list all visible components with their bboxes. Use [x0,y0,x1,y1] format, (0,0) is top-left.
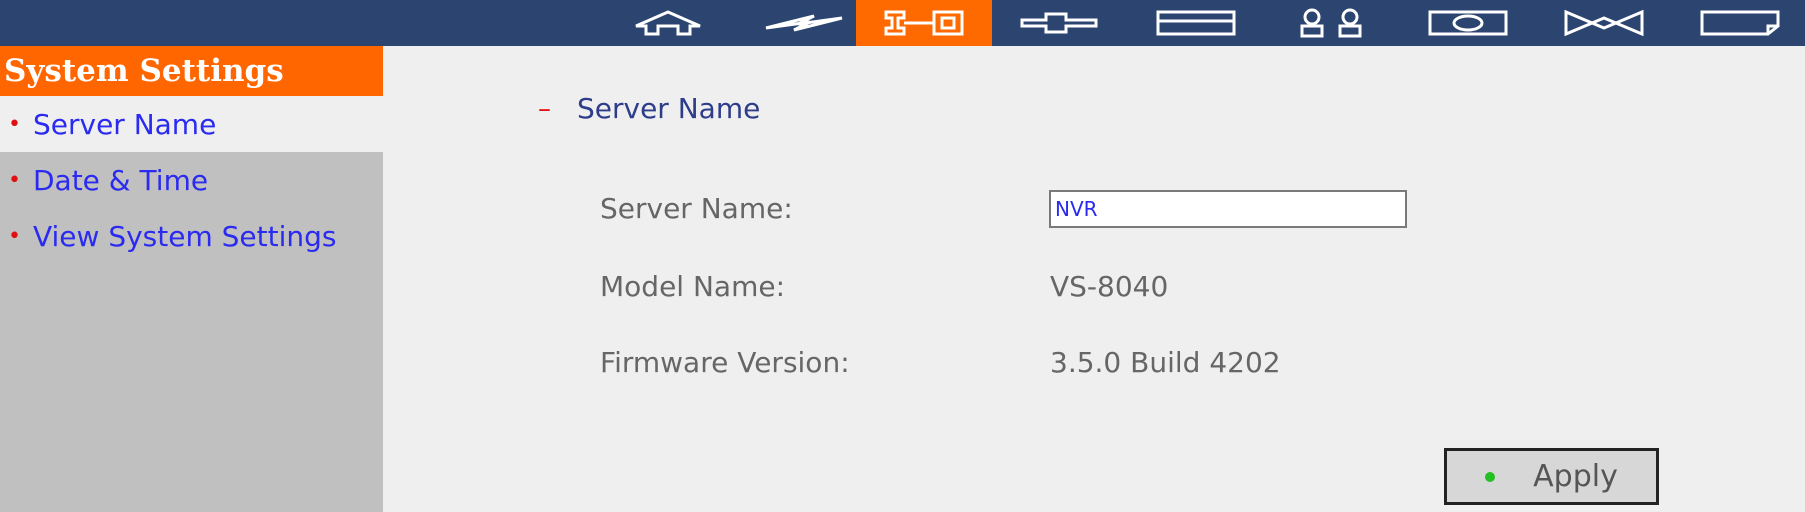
nav-tab-surveillance[interactable] [1536,0,1672,46]
bullet-icon: • [8,111,21,137]
sidebar-item-label: View System Settings [32,219,337,253]
home-icon [635,10,701,36]
firmware-version-label: Firmware Version: [600,346,850,379]
users-icon [1300,8,1362,38]
camera-icon [1428,10,1508,36]
sidebar-item-label: Date & Time [32,163,209,197]
collapse-dash-icon: – [538,93,551,124]
nav-tab-network[interactable] [992,0,1128,46]
nav-tab-users[interactable] [1264,0,1400,46]
bowtie-icon [1564,9,1644,37]
lightning-icon [765,14,843,32]
server-name-input[interactable] [1049,190,1407,228]
sidebar: System Settings • Server Name • Date & T… [0,46,383,512]
nav-tab-power[interactable] [736,0,872,46]
nav-tab-system-tools[interactable] [856,0,992,46]
nav-tab-disk[interactable] [1128,0,1264,46]
sidebar-item-label: Server Name [32,107,217,141]
top-navigation-bar [0,0,1805,46]
status-dot-icon [1485,471,1496,482]
sidebar-header: System Settings [0,46,383,96]
apply-button[interactable]: Apply [1444,448,1659,505]
server-name-label: Server Name: [600,192,793,225]
sidebar-item-date-time[interactable]: • Date & Time [0,152,383,208]
section-title-label: Server Name [577,92,761,125]
bullet-icon: • [8,167,21,193]
nav-tab-camera[interactable] [1400,0,1536,46]
note-icon [1700,10,1780,36]
model-name-value: VS-8040 [1050,270,1169,303]
sidebar-item-server-name[interactable]: • Server Name [0,96,383,152]
model-name-label: Model Name: [600,270,786,303]
nav-tab-notes[interactable] [1672,0,1805,46]
bullet-icon: • [8,223,21,249]
sidebar-item-view-system-settings[interactable]: • View System Settings [0,208,383,264]
network-icon [1020,12,1098,34]
section-title: – Server Name [538,92,760,125]
firmware-version-value: 3.5.0 Build 4202 [1050,346,1281,379]
wrench-icon [884,10,964,36]
nav-tab-home[interactable] [600,0,736,46]
disk-icon [1156,10,1236,36]
apply-button-label: Apply [1533,459,1618,494]
